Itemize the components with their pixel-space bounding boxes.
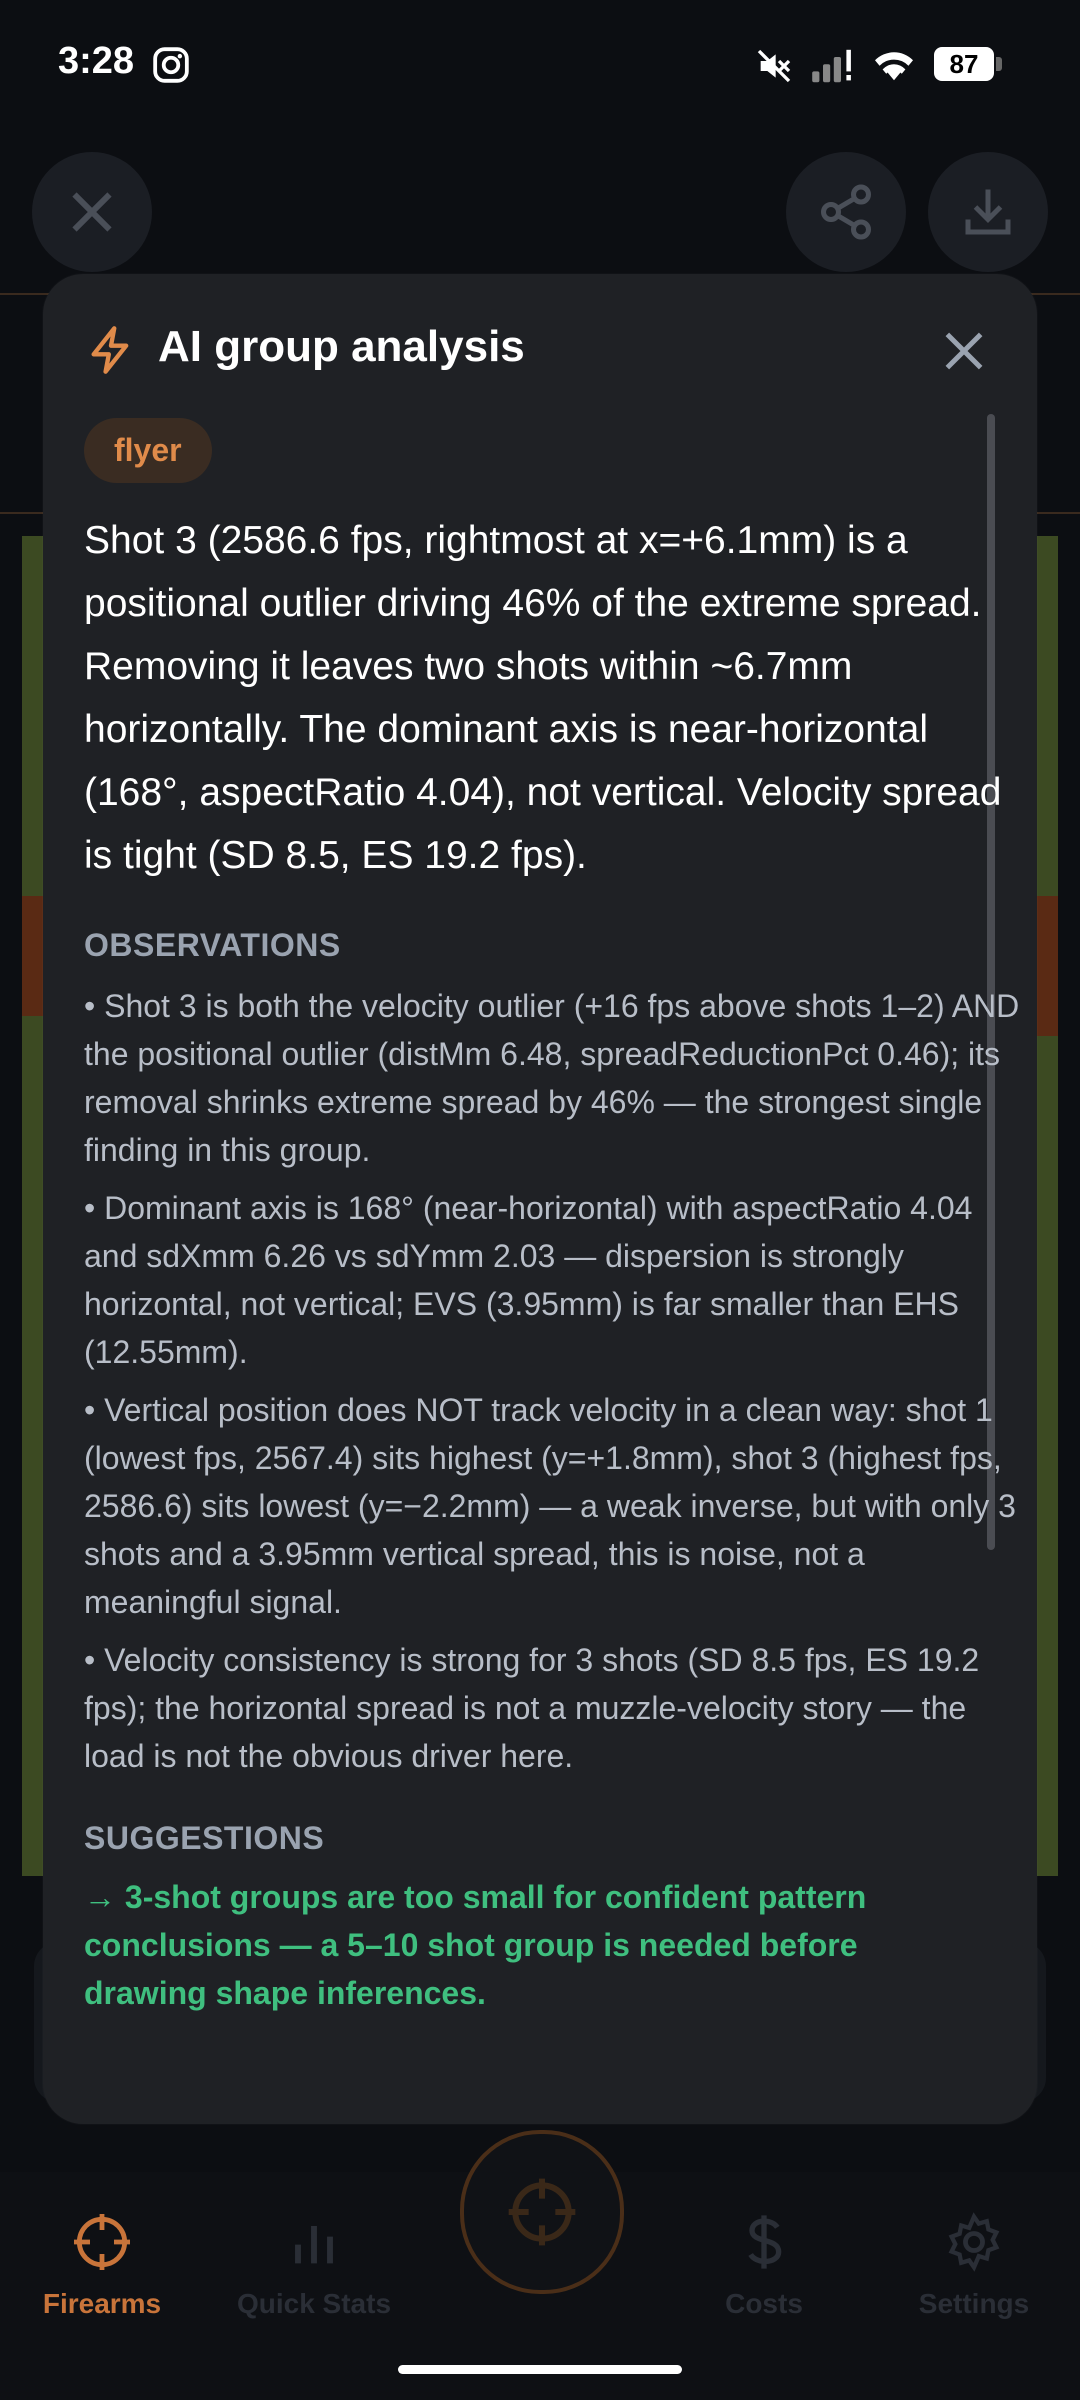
gear-icon <box>948 2212 1000 2272</box>
nav-item-settings[interactable]: Settings <box>874 2210 1074 2320</box>
modal-title: AI group analysis <box>158 322 525 371</box>
battery-tip <box>996 57 1002 71</box>
background-close-button <box>32 152 152 272</box>
download-icon <box>965 189 1011 235</box>
crosshair-icon <box>74 2214 130 2270</box>
analysis-summary: Shot 3 (2586.6 fps, rightmost at x=+6.1m… <box>84 519 1002 877</box>
modal-content: flyer Shot 3 (2586.6 fps, rightmost at x… <box>84 418 1034 2017</box>
observations-heading: OBSERVATIONS <box>84 927 341 963</box>
status-bar: 3:28 87 <box>0 0 1080 130</box>
flyer-tag: flyer <box>84 418 212 483</box>
dollar-icon <box>748 2215 782 2269</box>
home-indicator[interactable] <box>398 2365 682 2374</box>
nav-label: Settings <box>918 2288 1030 2319</box>
nav-label: Quick Stats <box>236 2288 392 2319</box>
ai-analysis-modal: AI group analysis flyer Shot 3 (2586.6 f… <box>43 274 1037 2124</box>
background-download-button <box>928 152 1048 272</box>
suggestion-item: → 3-shot groups are too small for confid… <box>84 1879 867 2011</box>
observation-item: • Dominant axis is 168° (near-horizontal… <box>84 1190 973 1370</box>
signal-icon <box>812 49 851 83</box>
suggestions-heading: SUGGESTIONS <box>84 1820 325 1856</box>
background-share-button <box>786 152 906 272</box>
observation-item: • Velocity consistency is strong for 3 s… <box>84 1642 980 1774</box>
status-time: 3:28 <box>58 40 135 82</box>
scope-target-icon <box>508 2178 576 2246</box>
nav-label: Costs <box>725 2288 803 2319</box>
nav-center-button[interactable] <box>460 2130 624 2294</box>
nav-item-quick-stats[interactable]: Quick Stats <box>214 2210 414 2320</box>
nav-label: Firearms <box>42 2288 162 2319</box>
bar-chart-icon <box>295 2226 333 2264</box>
share-icon <box>821 184 871 240</box>
observation-item: • Shot 3 is both the velocity outlier (+… <box>84 988 1020 1168</box>
lightning-icon <box>91 326 129 374</box>
close-icon[interactable] <box>939 326 989 376</box>
nav-item-costs[interactable]: Costs <box>664 2210 864 2320</box>
instagram-icon <box>153 47 189 83</box>
battery-icon: 87 <box>934 47 1004 83</box>
observation-item: • Vertical position does NOT track veloc… <box>84 1392 1016 1620</box>
close-icon <box>72 192 112 232</box>
battery-level: 87 <box>934 47 994 81</box>
mute-icon <box>757 49 791 83</box>
wifi-icon <box>875 52 913 81</box>
nav-item-firearms[interactable]: Firearms <box>2 2210 202 2320</box>
